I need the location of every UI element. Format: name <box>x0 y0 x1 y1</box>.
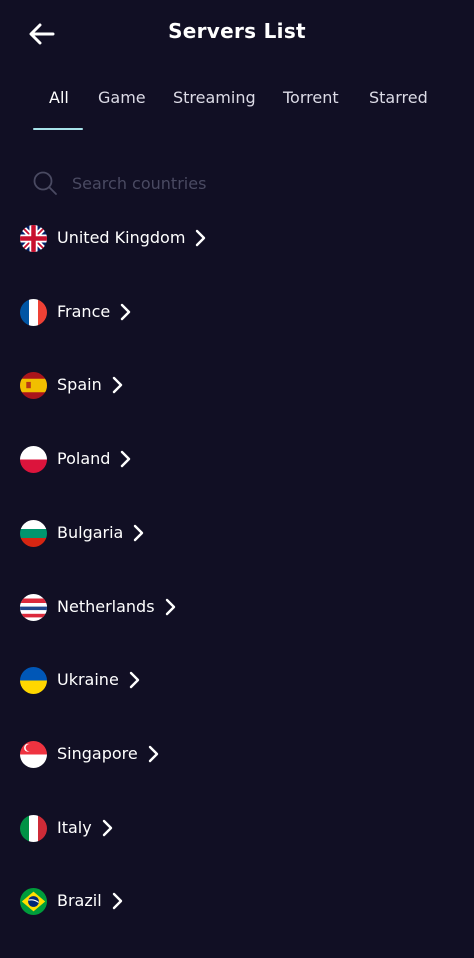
search-icon <box>33 171 57 195</box>
active-tab-indicator <box>33 128 83 130</box>
brazil-flag-icon <box>20 888 47 915</box>
chevron-right-icon <box>196 229 206 246</box>
country-name: Bulgaria <box>57 523 145 542</box>
country-row-spain[interactable]: Spain <box>0 359 474 413</box>
chevron-right-icon <box>148 745 158 762</box>
country-row-brazil[interactable]: Brazil <box>0 875 474 929</box>
country-row-netherlands[interactable]: Netherlands <box>0 581 474 635</box>
tab-all[interactable]: All <box>49 88 69 107</box>
country-row-italy[interactable]: Italy <box>0 802 474 856</box>
country-name: Poland <box>57 449 132 468</box>
bulgaria-flag-icon <box>20 520 47 547</box>
category-tabs: All Game Streaming Torrent Starred <box>0 84 474 134</box>
country-row-ukraine[interactable]: Ukraine <box>0 654 474 708</box>
country-name: United Kingdom <box>57 228 207 247</box>
chevron-right-icon <box>165 598 175 615</box>
country-name: Ukraine <box>57 670 141 689</box>
servers-list-screen: Servers List All Game Streaming Torrent … <box>0 0 474 958</box>
chevron-right-icon <box>129 671 139 688</box>
singapore-flag-icon <box>20 741 47 768</box>
search-bar <box>32 166 452 202</box>
chevron-right-icon <box>121 450 131 467</box>
search-input[interactable] <box>72 168 432 198</box>
country-name: Netherlands <box>57 597 177 616</box>
chevron-right-icon <box>134 524 144 541</box>
chevron-right-icon <box>102 819 112 836</box>
country-name: Singapore <box>57 744 160 763</box>
france-flag-icon <box>20 299 47 326</box>
country-row-france[interactable]: France <box>0 286 474 340</box>
spain-flag-icon <box>20 372 47 399</box>
country-row-united-kingdom[interactable]: United Kingdom <box>0 212 474 266</box>
chevron-right-icon <box>112 376 122 393</box>
country-name: France <box>57 302 132 321</box>
country-name: Spain <box>57 375 124 394</box>
country-row-poland[interactable]: Poland <box>0 433 474 487</box>
country-row-singapore[interactable]: Singapore <box>0 728 474 782</box>
tab-game[interactable]: Game <box>98 88 146 107</box>
netherlands-flag-icon <box>20 594 47 621</box>
header: Servers List <box>0 0 474 66</box>
italy-flag-icon <box>20 815 47 842</box>
tab-torrent[interactable]: Torrent <box>283 88 339 107</box>
ukraine-flag-icon <box>20 667 47 694</box>
country-name: Brazil <box>57 891 124 910</box>
country-name: Italy <box>57 818 114 837</box>
poland-flag-icon <box>20 446 47 473</box>
chevron-right-icon <box>112 892 122 909</box>
tab-streaming[interactable]: Streaming <box>173 88 256 107</box>
uk-flag-icon <box>20 225 47 252</box>
country-row-bulgaria[interactable]: Bulgaria <box>0 507 474 561</box>
chevron-right-icon <box>121 303 131 320</box>
tab-starred[interactable]: Starred <box>369 88 428 107</box>
page-title: Servers List <box>168 19 306 43</box>
